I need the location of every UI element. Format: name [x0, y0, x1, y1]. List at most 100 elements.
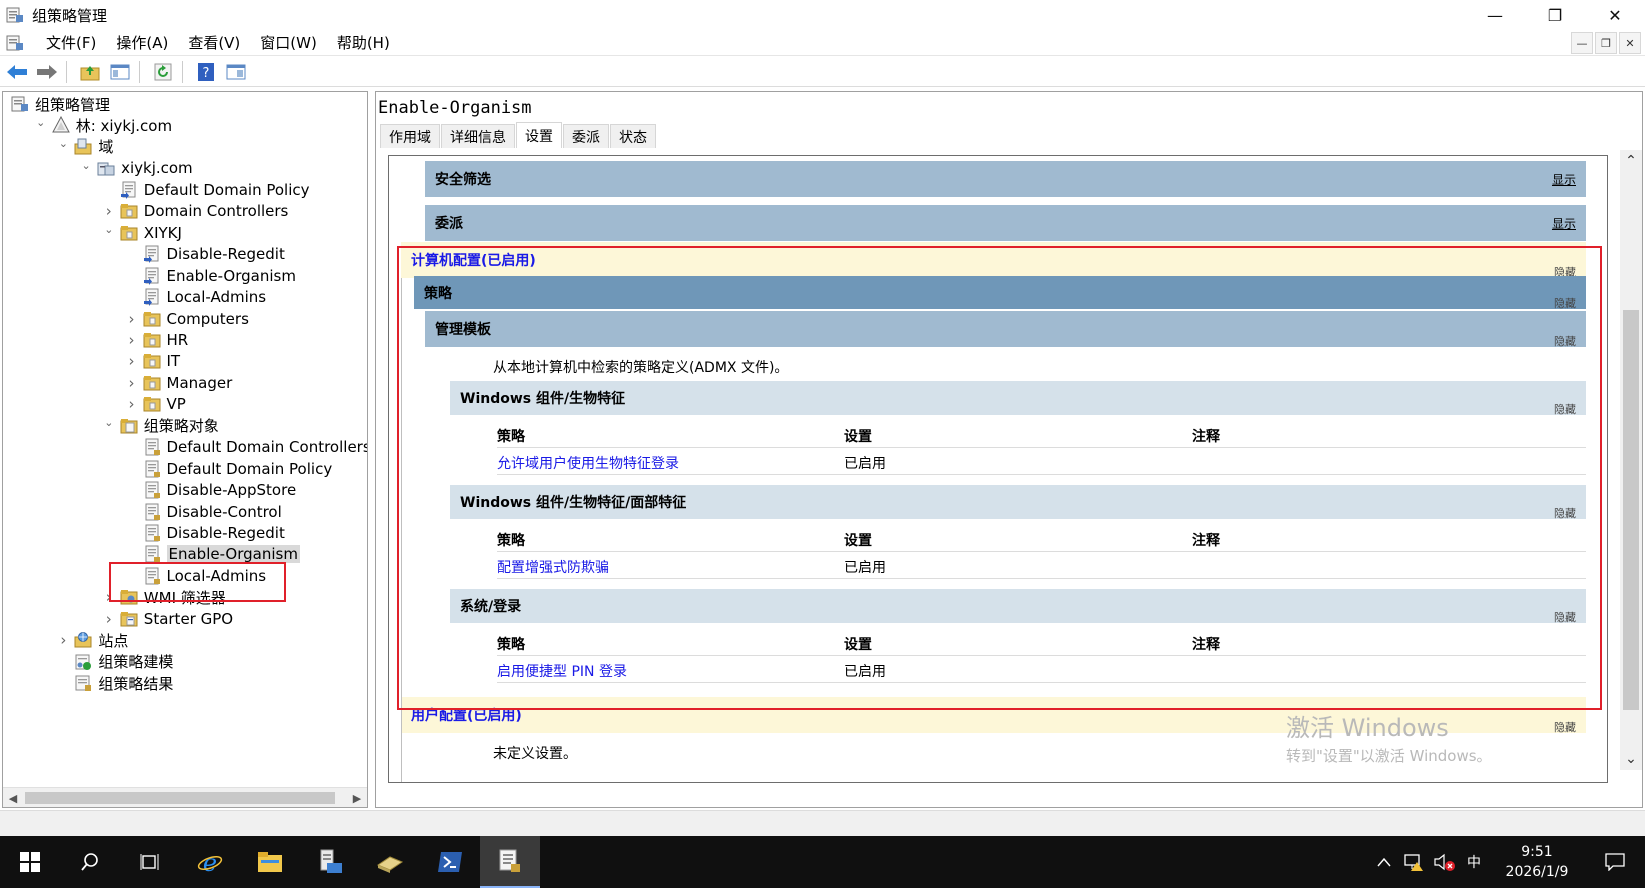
chevron-right-icon[interactable]: › [102, 610, 116, 628]
help-button[interactable]: ? [193, 59, 219, 85]
tree-item[interactable]: Disable-Regedit [125, 243, 285, 265]
tab-status[interactable]: 状态 [610, 124, 656, 148]
ime-indicator[interactable]: 中 [1459, 836, 1489, 888]
tree-item[interactable]: Disable-Regedit [125, 522, 285, 544]
taskbar-ad-tool[interactable] [360, 836, 420, 888]
taskbar-file-explorer[interactable] [240, 836, 300, 888]
chevron-right-icon[interactable]: › [125, 395, 139, 413]
chevron-down-icon[interactable]: ⌄ [102, 416, 116, 430]
scroll-up-icon[interactable]: ⌃ [1622, 152, 1640, 170]
chevron-right-icon[interactable]: › [56, 631, 70, 649]
tree-item[interactable]: ⌄ XIYKJ [102, 222, 182, 244]
chevron-right-icon[interactable]: › [125, 331, 139, 349]
tab-settings[interactable]: 设置 [516, 122, 562, 148]
tree-item[interactable]: › IT [125, 350, 181, 372]
console-tree-pane[interactable]: 组策略管理 ⌄ 林: xiykj.com ⌄ 域 ⌄ xiykj.com Default Do… [2, 91, 368, 808]
tree-item[interactable]: Disable-AppStore [125, 479, 296, 501]
watermark-title: 激活 Windows [1286, 714, 1449, 742]
task-view-button[interactable] [120, 836, 180, 888]
tab-scope[interactable]: 作用域 [380, 124, 440, 148]
up-folder-button[interactable] [77, 59, 103, 85]
menu-help[interactable]: 帮助(H) [327, 32, 400, 53]
taskbar-powershell[interactable] [420, 836, 480, 888]
show-toggle-link[interactable]: 显示 [1552, 171, 1576, 188]
svg-text:?: ? [203, 66, 210, 81]
menu-view[interactable]: 查看(V) [178, 32, 250, 53]
tree-item[interactable]: ⌄ 域 [56, 136, 114, 158]
action-center-button[interactable] [1585, 836, 1645, 888]
hide-toggle-link[interactable]: 隐藏 [1554, 719, 1576, 735]
refresh-button[interactable] [150, 59, 176, 85]
tree-item[interactable]: Local-Admins [125, 286, 266, 308]
gpo-link-icon [143, 267, 158, 285]
tab-details[interactable]: 详细信息 [441, 124, 515, 148]
chevron-right-icon[interactable]: › [125, 352, 139, 370]
report-vertical-scrollbar[interactable]: ⌃ ⌄ [1620, 150, 1642, 770]
chevron-down-icon[interactable]: ⌄ [56, 137, 70, 151]
properties-button[interactable] [223, 59, 249, 85]
mdi-close-button[interactable]: ✕ [1619, 32, 1641, 54]
scrollbar-thumb[interactable] [25, 792, 335, 804]
taskbar-gpmc[interactable] [480, 836, 540, 888]
chevron-down-icon[interactable]: ⌄ [34, 115, 48, 129]
gpo-link-icon [143, 245, 158, 264]
tree-item[interactable]: › HR [125, 329, 189, 351]
start-button[interactable] [0, 836, 60, 888]
highlight-selected-gpo [109, 562, 286, 602]
scroll-right-icon[interactable]: ▶ [349, 790, 365, 806]
network-status-button[interactable] [1399, 836, 1429, 888]
back-button[interactable] [4, 59, 30, 85]
tree-item[interactable]: Default Domain Policy [125, 458, 332, 480]
tree-item[interactable]: ⌄ xiykj.com [79, 157, 192, 179]
close-button[interactable]: ✕ [1585, 0, 1645, 30]
tree-item[interactable]: 组策略结果 [56, 672, 173, 694]
tree-item[interactable]: › Starter GPO [102, 608, 233, 630]
taskbar-server-manager[interactable] [300, 836, 360, 888]
taskbar-clock[interactable]: 9:51 2026/1/9 [1489, 842, 1585, 882]
windows-logo-icon [20, 852, 40, 872]
tree-item-label: Disable-Control [166, 502, 282, 521]
gpo-icon [145, 438, 160, 456]
menu-file[interactable]: 文件(F) [36, 32, 106, 53]
tree-item[interactable]: 组策略建模 [56, 651, 173, 673]
powershell-icon [438, 852, 462, 872]
scrollbar-thumb[interactable] [1623, 310, 1639, 710]
tree-item[interactable]: › Computers [125, 308, 249, 330]
chevron-right-icon[interactable]: › [125, 374, 139, 392]
tree-horizontal-scrollbar[interactable]: ◀ ▶ [3, 787, 367, 807]
mdi-restore-button[interactable]: ❐ [1595, 32, 1617, 54]
taskbar-internet-explorer[interactable]: e [180, 836, 240, 888]
scroll-left-icon[interactable]: ◀ [5, 790, 21, 806]
maximize-button[interactable]: ❐ [1525, 0, 1585, 30]
minimize-button[interactable]: — [1465, 0, 1525, 30]
show-toggle-link[interactable]: 显示 [1552, 215, 1576, 232]
scroll-down-icon[interactable]: ⌄ [1622, 750, 1640, 768]
tree-item[interactable]: ⌄ 林: xiykj.com [34, 114, 172, 136]
tree-item[interactable]: Disable-Control [125, 501, 282, 523]
gpmc-menu-icon[interactable] [6, 34, 24, 52]
tree-item[interactable]: 组策略管理 [11, 93, 110, 115]
help-icon: ? [198, 62, 214, 81]
forward-button[interactable] [34, 59, 60, 85]
search-button[interactable] [60, 836, 120, 888]
console-tree: 组策略管理 ⌄ 林: xiykj.com ⌄ 域 ⌄ xiykj.com Default Do… [3, 92, 367, 787]
chevron-right-icon[interactable]: › [102, 202, 116, 220]
tree-item[interactable]: › Manager [125, 372, 233, 394]
menu-action[interactable]: 操作(A) [106, 32, 178, 53]
tree-item[interactable]: Enable-Organism [125, 265, 296, 287]
volume-button[interactable] [1429, 836, 1459, 888]
show-hide-tree-button[interactable] [107, 59, 133, 85]
tree-item[interactable]: › VP [125, 393, 186, 415]
mdi-minimize-button[interactable]: — [1571, 32, 1593, 54]
chevron-right-icon[interactable]: › [125, 310, 139, 328]
menu-window[interactable]: 窗口(W) [250, 32, 327, 53]
chevron-down-icon[interactable]: ⌄ [79, 158, 93, 172]
show-hidden-icons-button[interactable] [1369, 836, 1399, 888]
tree-item[interactable]: ⌄ 组策略对象 [102, 415, 219, 437]
tree-item[interactable]: Default Domain Controllers Poli [125, 436, 367, 458]
chevron-down-icon[interactable]: ⌄ [102, 223, 116, 237]
tree-item[interactable]: Default Domain Policy [102, 179, 310, 201]
tree-item[interactable]: › Domain Controllers [102, 200, 289, 222]
tree-item[interactable]: › 站点 [56, 629, 128, 651]
tab-delegation[interactable]: 委派 [563, 124, 609, 148]
